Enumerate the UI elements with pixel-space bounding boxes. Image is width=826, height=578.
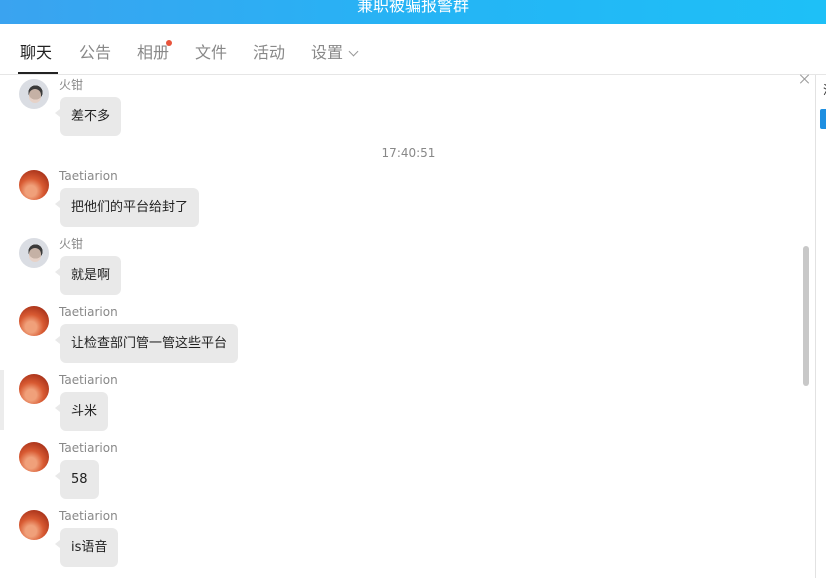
message-bubble: 差不多 — [54, 97, 122, 136]
tab-chat[interactable]: 聊天 — [20, 42, 52, 64]
tab-bar: 聊天 公告 相册 文件 活动 设置 — [0, 24, 826, 75]
notification-dot-icon — [166, 40, 172, 46]
sender-name[interactable]: 火钳 — [59, 236, 83, 252]
timestamp: 17:40:51 — [381, 146, 436, 160]
tab-announcement[interactable]: 公告 — [79, 42, 111, 64]
avatar[interactable] — [19, 442, 49, 472]
right-side-panel: 活 — [815, 75, 826, 578]
avatar[interactable] — [19, 79, 49, 109]
avatar[interactable] — [19, 238, 49, 268]
message-bubble: 58 — [55, 460, 99, 499]
message-bubble: 就是啊 — [54, 256, 122, 295]
message-bubble: 把他们的平台给封了 — [54, 188, 200, 227]
tab-album[interactable]: 相册 — [137, 42, 169, 64]
sender-name[interactable]: Taetiarion — [59, 440, 118, 456]
avatar[interactable] — [19, 306, 49, 336]
chat-message-list[interactable]: 火钳 差不多 17:40:51 Taetiarion 把他们的平台给封了 火钳 … — [0, 75, 800, 578]
title-bar: 兼职被骗报警群 — [0, 0, 826, 24]
message-bubble: 让检查部门管一管这些平台 — [54, 324, 239, 363]
chevron-down-icon[interactable] — [348, 46, 359, 57]
right-panel-button[interactable] — [820, 109, 826, 129]
avatar[interactable] — [19, 374, 49, 404]
active-tab-indicator — [18, 72, 58, 74]
tab-activity[interactable]: 活动 — [253, 42, 285, 64]
sender-name[interactable]: Taetiarion — [59, 508, 118, 524]
avatar[interactable] — [19, 170, 49, 200]
close-icon[interactable] — [799, 73, 811, 85]
chat-scrollbar[interactable] — [803, 246, 809, 386]
window-title: 兼职被骗报警群 — [356, 0, 469, 15]
sender-name[interactable]: 火钳 — [59, 77, 83, 93]
tab-settings[interactable]: 设置 — [311, 42, 343, 64]
avatar[interactable] — [19, 510, 49, 540]
message-bubble: 斗米 — [54, 392, 109, 431]
message-bubble: is语音 — [54, 528, 119, 567]
sender-name[interactable]: Taetiarion — [59, 168, 118, 184]
sender-name[interactable]: Taetiarion — [59, 372, 118, 388]
sender-name[interactable]: Taetiarion — [59, 304, 118, 320]
tab-files[interactable]: 文件 — [195, 42, 227, 64]
